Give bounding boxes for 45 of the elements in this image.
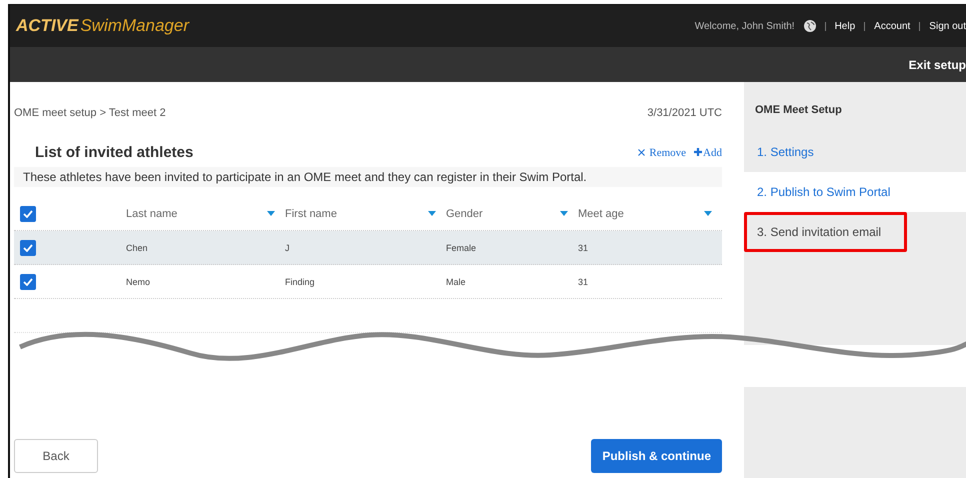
sort-caret-icon[interactable] (267, 211, 275, 216)
date-text: 3/31/2021 UTC (647, 107, 722, 119)
sidebar-title: OME Meet Setup (754, 103, 843, 118)
exit-setup-link[interactable]: Exit setup (908, 58, 966, 72)
remove-link[interactable]: Remove (638, 146, 686, 158)
sort-caret-icon[interactable] (560, 211, 568, 216)
sort-caret-icon[interactable] (428, 211, 436, 216)
sidebar-step[interactable]: 3. Send invitation email (744, 212, 966, 252)
close-icon (638, 148, 646, 156)
table-row[interactable]: Nemo Finding Male 31 (14, 265, 722, 299)
header-link[interactable]: Sign out (929, 20, 966, 32)
checkbox[interactable] (20, 274, 36, 290)
table-cell-text: 31 (578, 242, 590, 252)
sidebar-step[interactable]: 1. Settings (744, 132, 966, 172)
sidebar-step[interactable]: 2. Publish to Swim Portal (744, 172, 966, 212)
app-logo: ACTIVESwimManager (16, 16, 189, 36)
table-cell-text: Finding (285, 276, 316, 286)
column-header[interactable]: Last name (126, 208, 178, 220)
section-title: List of invited athletes (35, 144, 194, 161)
table-cell-text: Female (446, 242, 478, 252)
table-cell-text: Nemo (126, 276, 152, 286)
welcome-text: Welcome, John Smith! (694, 20, 795, 32)
check-icon (23, 210, 33, 218)
table-cell-text: Male (446, 276, 467, 286)
add-link[interactable]: Add (694, 146, 722, 158)
plus-icon (694, 148, 702, 156)
back-button[interactable]: Back (14, 439, 98, 473)
table-row[interactable]: Chen J Female 31 (14, 231, 722, 265)
table-cell-text: J (285, 242, 290, 252)
check-icon (23, 244, 33, 252)
column-header[interactable]: First name (285, 208, 337, 220)
header-link[interactable]: Account (874, 20, 910, 32)
globe-icon[interactable] (804, 20, 816, 32)
publish-continue-button[interactable]: Publish & continue (591, 439, 722, 473)
breadcrumb: OME meet setup > Test meet 2 (14, 107, 166, 119)
sort-caret-icon[interactable] (704, 211, 712, 216)
checkbox[interactable] (20, 240, 36, 256)
checkbox[interactable] (20, 206, 36, 222)
header-link[interactable]: Help (834, 20, 856, 32)
table-cell-text: 31 (578, 276, 590, 286)
column-header[interactable]: Gender (446, 208, 483, 220)
column-header[interactable]: Meet age (578, 208, 624, 220)
table-cell-text: Chen (126, 242, 149, 252)
check-icon (23, 278, 33, 286)
description-text: These athletes have been invited to participate in an OME meet and they can register in their Swim Portal. (14, 167, 722, 187)
